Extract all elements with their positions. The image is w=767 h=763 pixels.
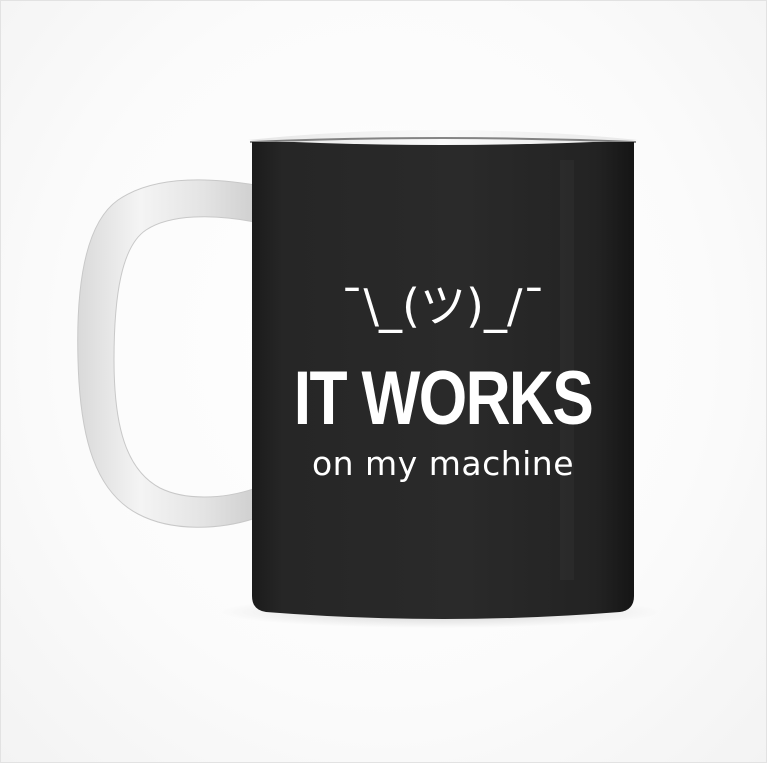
mug-handle (77, 179, 257, 528)
shrug-emoticon: ¯\_(ツ)_/¯ (340, 279, 546, 333)
print-subline: on my machine (311, 444, 575, 483)
mug-print: ¯\_(ツ)_/¯ IT WORKS on my machine (252, 135, 634, 615)
print-headline: IT WORKS (293, 356, 594, 441)
